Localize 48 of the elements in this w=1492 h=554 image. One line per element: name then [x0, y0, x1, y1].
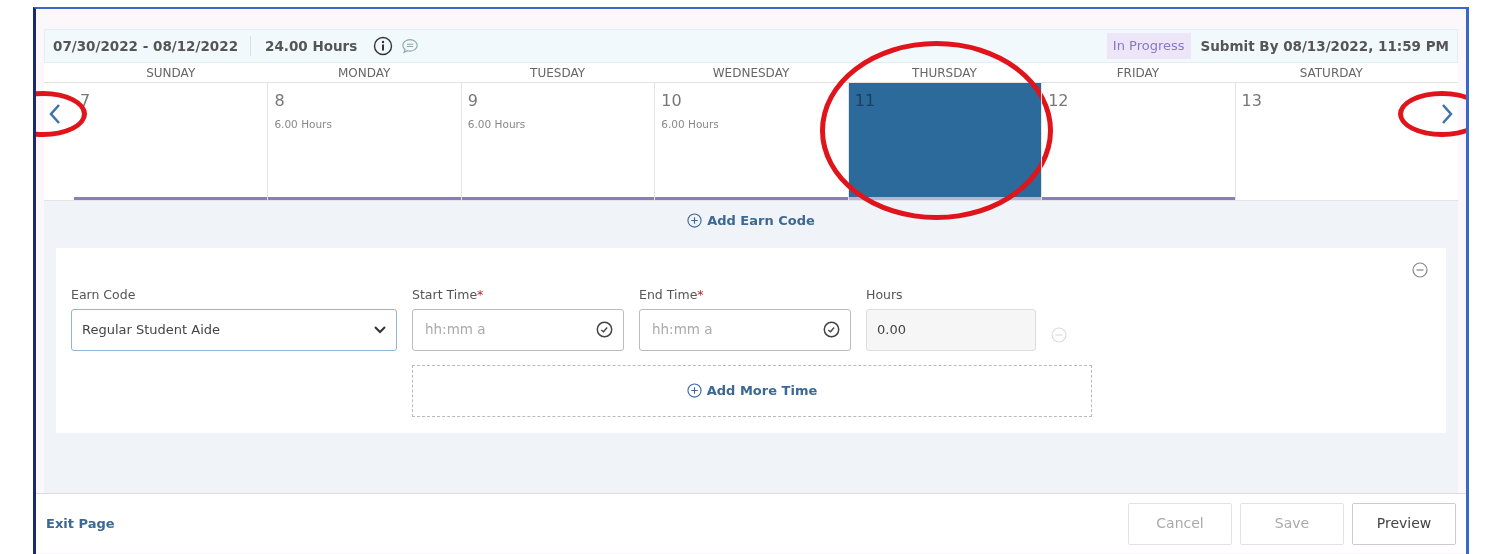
- preview-button[interactable]: Preview: [1352, 502, 1456, 545]
- day-number: 11: [854, 90, 877, 112]
- day-cell[interactable]: 10 6.00 Hours: [654, 83, 848, 200]
- weekday-label: FRIDAY: [1115, 65, 1161, 82]
- total-hours: 24.00 Hours: [264, 36, 358, 56]
- day-hours: 6.00 Hours: [661, 117, 720, 132]
- weekday-label: THURSDAY: [911, 65, 978, 82]
- weekday-label: SUNDAY: [145, 65, 197, 82]
- remove-entry-icon[interactable]: [1412, 261, 1428, 278]
- next-week-button[interactable]: [1440, 103, 1454, 125]
- submit-deadline: Submit By 08/13/2022, 11:59 PM: [1200, 36, 1449, 56]
- hours-field: 0.00: [866, 308, 1036, 351]
- field-label: End Time*: [639, 285, 705, 304]
- info-icon[interactable]: [373, 36, 394, 56]
- day-number: 10: [661, 90, 683, 112]
- previous-week-button[interactable]: [48, 103, 62, 125]
- weekday-label: SATURDAY: [1298, 65, 1364, 82]
- plus-circle-icon: [686, 383, 702, 398]
- day-number: 8: [274, 90, 286, 112]
- day-number: 9: [467, 90, 480, 112]
- weekday-label: WEDNESDAY: [711, 65, 791, 82]
- add-earn-code-link[interactable]: Add Earn Code: [687, 211, 815, 231]
- day-number: 13: [1241, 90, 1263, 112]
- weekday-label: TUESDAY: [529, 65, 587, 82]
- plus-circle-icon: [687, 213, 703, 229]
- time-field[interactable]: hh:mm a: [412, 308, 624, 351]
- day-number: 12: [1048, 90, 1070, 112]
- time-field[interactable]: hh:mm a: [639, 308, 851, 351]
- chevron-down-icon: [374, 325, 386, 334]
- field-label: Start Time*: [412, 285, 485, 304]
- day-cell[interactable]: 7: [74, 83, 268, 200]
- pay-period: 07/30/2022 - 08/12/2022: [53, 35, 252, 57]
- status-badge: In Progress: [1106, 33, 1191, 59]
- day-cell[interactable]: 12: [1041, 83, 1235, 200]
- add-more-time-link[interactable]: Add More Time: [686, 380, 818, 401]
- time-field[interactable]: hh:mm a: [423, 318, 596, 341]
- exit-page-link[interactable]: Exit Page: [46, 513, 115, 534]
- weekday-label: MONDAY: [336, 65, 392, 82]
- day-number: 7: [80, 90, 92, 112]
- earn-code-select[interactable]: Regular Student Aide: [71, 308, 397, 351]
- day-hours: 6.00 Hours: [274, 117, 333, 132]
- time-field[interactable]: hh:mm a: [650, 318, 823, 341]
- field-label: Hours: [866, 285, 904, 304]
- day-cell[interactable]: 8 6.00 Hours: [267, 83, 461, 200]
- day-hours: 6.00 Hours: [467, 117, 527, 132]
- day-cell[interactable]: 13: [1234, 83, 1428, 200]
- day-cell[interactable]: 9 6.00 Hours: [460, 83, 655, 200]
- field-label: Earn Code: [71, 285, 137, 304]
